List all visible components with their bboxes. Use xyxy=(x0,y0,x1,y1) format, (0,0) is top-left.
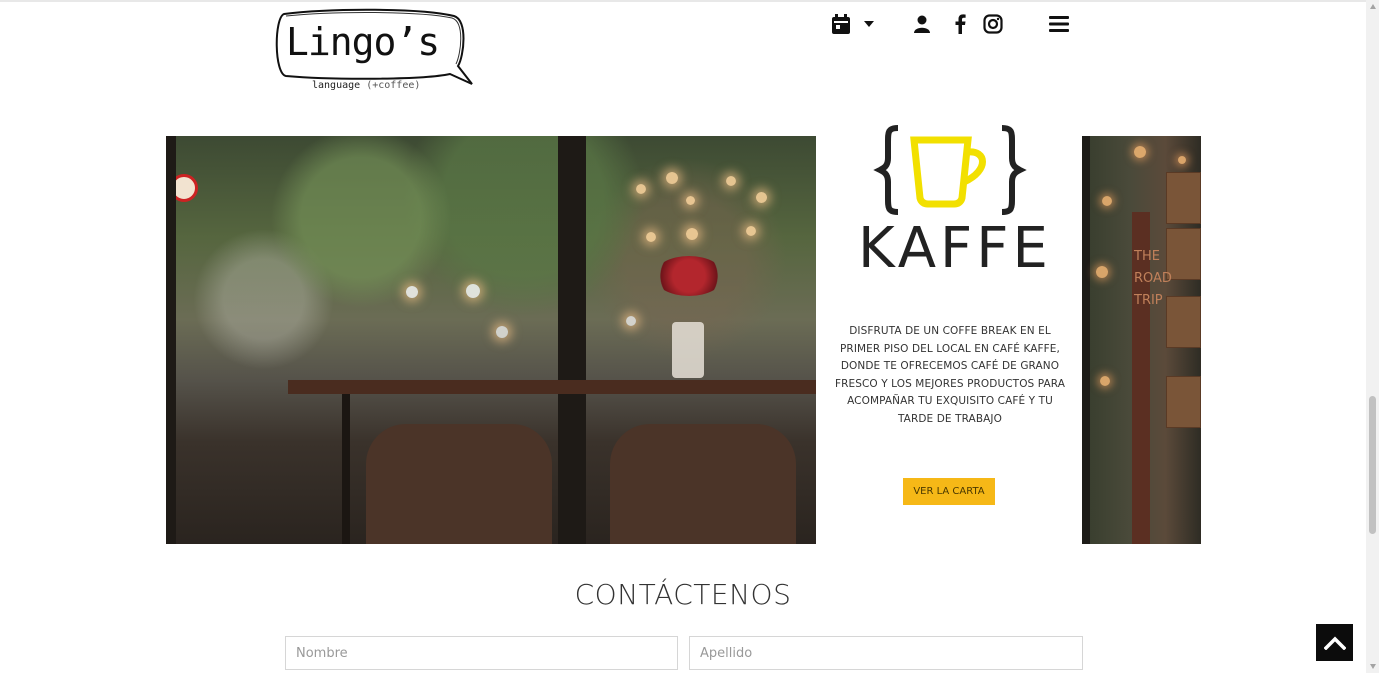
bokeh-light xyxy=(1178,156,1186,164)
bokeh-light xyxy=(666,172,678,184)
caret-down-icon xyxy=(864,21,874,27)
kaffe-logo: KAFFE xyxy=(858,124,1048,281)
bokeh-light xyxy=(686,196,695,205)
user-account-button[interactable] xyxy=(912,12,932,36)
bokeh-light xyxy=(646,232,656,242)
coffee-cup-braces-icon xyxy=(873,125,1027,215)
calendar-icon xyxy=(832,14,850,34)
nombre-input[interactable] xyxy=(285,636,678,670)
bokeh-light xyxy=(496,326,508,338)
window-frame xyxy=(166,136,176,544)
cafe-table-photo xyxy=(166,136,816,544)
bokeh-light xyxy=(726,176,736,186)
instagram-link[interactable] xyxy=(981,12,1005,36)
facebook-link[interactable] xyxy=(952,12,968,36)
wooden-sign xyxy=(1166,376,1201,428)
logo-wordmark: Lingo’s xyxy=(286,20,440,64)
window-frame xyxy=(558,136,586,544)
contact-title: CONTÁCTENOS xyxy=(574,578,792,611)
bokeh-light xyxy=(466,284,480,298)
sugar-jar xyxy=(672,322,704,378)
back-to-top-button[interactable] xyxy=(1316,624,1353,661)
roses-bouquet xyxy=(654,256,724,296)
bokeh-light xyxy=(1100,376,1110,386)
ver-la-carta-button[interactable]: VER LA CARTA xyxy=(903,478,995,505)
road-trip-photo: THE ROAD TRIP xyxy=(1082,136,1201,544)
facebook-icon xyxy=(955,14,966,34)
instagram-icon xyxy=(983,14,1003,34)
top-border xyxy=(0,0,1366,2)
scrollbar-thumb[interactable] xyxy=(1369,396,1376,534)
logo-tagline-paren: (+coffee) xyxy=(366,80,421,91)
chair-back xyxy=(366,424,552,544)
bokeh-light xyxy=(1102,196,1112,206)
kaffe-description: DISFRUTA DE UN COFFE BREAK EN EL PRIMER … xyxy=(834,325,1066,425)
table-leg xyxy=(342,394,350,544)
hamburger-menu-icon xyxy=(1049,16,1069,32)
bokeh-light xyxy=(626,316,636,326)
scroll-up-arrow-icon[interactable] xyxy=(1370,4,1376,9)
calendar-dropdown[interactable] xyxy=(829,12,877,36)
bokeh-light xyxy=(406,286,418,298)
bokeh-light xyxy=(1134,146,1146,158)
lingos-logo[interactable]: Lingo’s language (+coffee) xyxy=(272,6,482,98)
bokeh-light xyxy=(756,192,767,203)
bokeh-light xyxy=(1096,266,1108,278)
kaffe-wordmark: KAFFE xyxy=(858,216,1052,281)
page-scrollbar[interactable] xyxy=(1366,0,1379,673)
chair-back xyxy=(610,424,796,544)
road-trip-sign-text: THE ROAD TRIP xyxy=(1134,249,1172,308)
scroll-down-arrow-icon[interactable] xyxy=(1370,664,1376,669)
wooden-sign xyxy=(1166,172,1201,224)
logo-tagline-main: language xyxy=(312,80,361,91)
table-top xyxy=(288,380,816,394)
wooden-sign xyxy=(1166,296,1201,348)
chevron-up-icon xyxy=(1323,636,1346,650)
user-icon xyxy=(914,15,930,33)
bokeh-light xyxy=(636,184,646,194)
bokeh-light xyxy=(686,228,698,240)
logo-tagline: language (+coffee) xyxy=(312,80,420,91)
main-menu-button[interactable] xyxy=(1046,12,1072,36)
bokeh-light xyxy=(746,226,756,236)
apellido-input[interactable] xyxy=(689,636,1083,670)
